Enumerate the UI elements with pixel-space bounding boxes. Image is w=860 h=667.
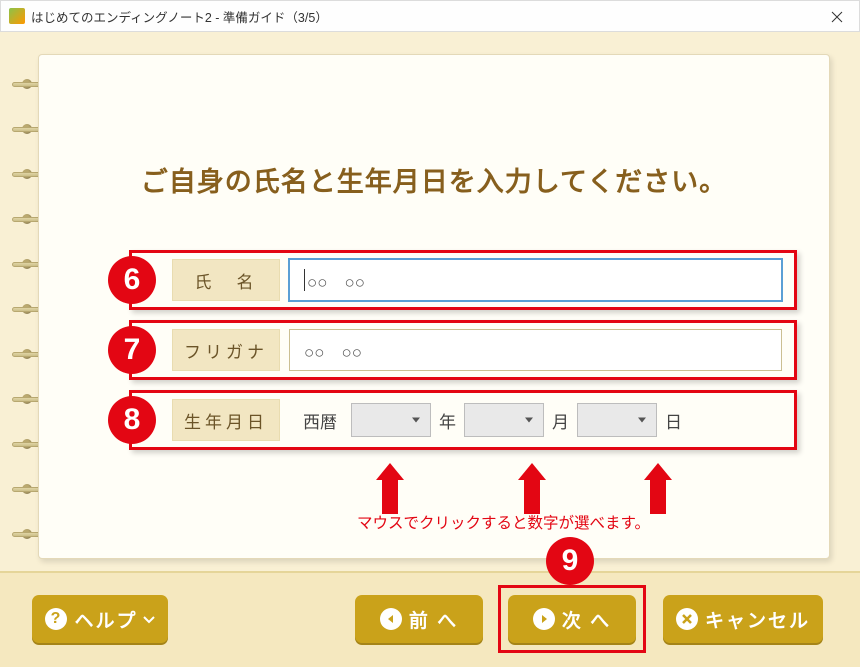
help-label: ヘルプ [74, 606, 137, 633]
day-unit: 日 [665, 408, 682, 433]
next-button[interactable]: 次 へ [508, 595, 636, 643]
era-label: 西暦 [303, 408, 337, 433]
name-value: ○○ ○○ [307, 268, 365, 293]
titlebar: はじめてのエンディングノート2 - 準備ガイド（3/5） [0, 0, 860, 32]
kana-label: フリガナ [172, 329, 280, 371]
year-unit: 年 [439, 408, 456, 433]
badge-9: 9 [546, 537, 594, 585]
cancel-icon [676, 608, 698, 630]
kana-input[interactable]: ○○ ○○ [289, 329, 782, 371]
day-select[interactable] [577, 403, 657, 437]
name-input[interactable]: ○○ ○○ [289, 259, 782, 301]
prev-label: 前 へ [409, 606, 458, 633]
next-label: 次 へ [562, 606, 611, 633]
next-icon [533, 608, 555, 630]
text-cursor [304, 269, 305, 291]
bottom-bar: ? ヘルプ 前 へ 次 へ キャンセル 9 [0, 571, 860, 667]
row-kana: 7 フリガナ ○○ ○○ [129, 320, 797, 380]
month-unit: 月 [552, 408, 569, 433]
prev-button[interactable]: 前 へ [355, 595, 483, 643]
work-area: ご自身の氏名と生年月日を入力してください。 6 氏 名 ○○ ○○ 7 フリガナ… [0, 32, 860, 667]
badge-8: 8 [108, 396, 156, 444]
hint-text: マウスでクリックすると数字が選べます。 [357, 511, 650, 533]
callout-arrow-icon [644, 463, 672, 514]
help-button[interactable]: ? ヘルプ [32, 595, 168, 643]
window-title: はじめてのエンディングノート2 - 準備ガイド（3/5） [31, 7, 328, 26]
prev-icon [380, 608, 402, 630]
dob-label: 生年月日 [172, 399, 280, 441]
chevron-down-icon [143, 608, 155, 630]
name-label: 氏 名 [172, 259, 280, 301]
cancel-button[interactable]: キャンセル [663, 595, 823, 643]
paper-panel: ご自身の氏名と生年月日を入力してください。 6 氏 名 ○○ ○○ 7 フリガナ… [38, 54, 830, 559]
app-icon [9, 8, 25, 24]
cancel-label: キャンセル [705, 606, 810, 633]
kana-value: ○○ ○○ [304, 338, 362, 363]
row-name: 6 氏 名 ○○ ○○ [129, 250, 797, 310]
badge-6: 6 [108, 256, 156, 304]
year-select[interactable] [351, 403, 431, 437]
row-dob: 8 生年月日 西暦 年 月 日 [129, 390, 797, 450]
close-button[interactable] [815, 1, 859, 33]
month-select[interactable] [464, 403, 544, 437]
callout-arrow-icon [518, 463, 546, 514]
badge-7: 7 [108, 326, 156, 374]
callout-arrow-icon [376, 463, 404, 514]
help-icon: ? [45, 608, 67, 630]
page-heading: ご自身の氏名と生年月日を入力してください。 [39, 160, 829, 199]
dob-container: 西暦 年 月 日 [289, 399, 782, 441]
